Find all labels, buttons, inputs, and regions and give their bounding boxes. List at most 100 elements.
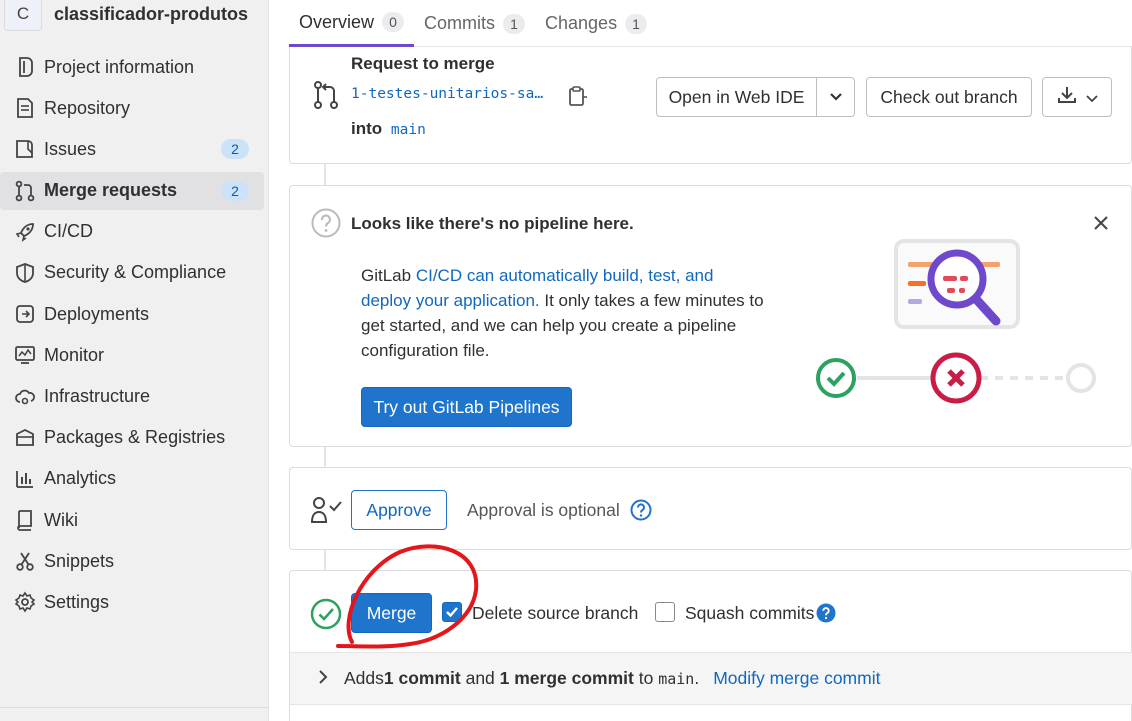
monitor-icon xyxy=(14,344,36,366)
doc-icon xyxy=(14,97,36,119)
sidebar-item-packages-registries[interactable]: Packages & Registries xyxy=(0,419,268,457)
no-pipeline-card: Looks like there's no pipeline here. Git… xyxy=(289,185,1132,447)
merge-request-icon xyxy=(14,180,36,202)
checkmark-icon xyxy=(446,607,458,618)
close-icon[interactable] xyxy=(1093,215,1109,236)
sidebar-item-wiki[interactable]: Wiki xyxy=(0,501,268,539)
sidebar-item-settings[interactable]: Settings xyxy=(0,583,268,621)
sidebar-item-snippets[interactable]: Snippets xyxy=(0,542,268,580)
sidebar-item-analytics[interactable]: Analytics xyxy=(0,460,268,498)
approval-user-check-icon xyxy=(310,496,344,529)
merge-info-to: to xyxy=(633,668,659,688)
delete-source-branch-label[interactable]: Delete source branch xyxy=(472,603,638,624)
project-icon xyxy=(14,56,36,78)
merge-requests-count-badge: 2 xyxy=(221,180,249,201)
sidebar-item-label: Repository xyxy=(44,97,131,118)
sidebar-item-label: Settings xyxy=(44,591,110,612)
tab-count: 1 xyxy=(503,13,526,34)
modify-merge-commit-link[interactable]: Modify merge commit xyxy=(713,668,880,689)
body-prefix: GitLab xyxy=(361,266,416,285)
merge-info-merge-commit: 1 merge commit xyxy=(499,668,634,688)
copy-branch-icon[interactable] xyxy=(568,85,588,112)
approval-help-icon[interactable] xyxy=(630,499,652,526)
tab-count: 0 xyxy=(382,12,405,32)
success-check-icon xyxy=(310,598,342,635)
sidebar-nav: Project information Repository Issues 2 … xyxy=(0,48,268,621)
sidebar-item-deployments[interactable]: Deployments xyxy=(0,295,268,333)
sidebar-item-monitor[interactable]: Monitor xyxy=(0,336,268,374)
sidebar-item-label: Wiki xyxy=(44,509,78,530)
sidebar-item-ci-cd[interactable]: CI/CD xyxy=(0,213,268,251)
open-web-ide-button[interactable]: Open in Web IDE xyxy=(657,78,817,116)
check-out-branch-button[interactable]: Check out branch xyxy=(866,77,1032,117)
rocket-icon xyxy=(14,221,36,243)
approval-card: Approve Approval is optional xyxy=(289,467,1132,550)
issues-count-badge: 2 xyxy=(221,139,249,160)
issues-icon xyxy=(14,138,36,160)
sidebar-item-security-compliance[interactable]: Security & Compliance xyxy=(0,254,268,292)
sidebar-item-label: Analytics xyxy=(44,468,117,489)
project-avatar: C xyxy=(4,0,42,31)
merge-request-header-card: Request to merge 1-testes-unitarios-sa… … xyxy=(289,47,1132,164)
chevron-down-icon xyxy=(1086,87,1098,108)
shield-icon xyxy=(14,262,36,284)
merge-info-commit-count: 1 commit xyxy=(383,668,461,688)
sidebar-item-merge-requests[interactable]: Merge requests 2 xyxy=(0,171,264,210)
scissors-icon xyxy=(14,550,36,572)
sidebar-item-label: Infrastructure xyxy=(44,386,151,406)
sidebar-item-infrastructure[interactable]: Infrastructure xyxy=(0,378,268,416)
gear-icon xyxy=(14,591,36,613)
merge-request-icon xyxy=(312,80,340,115)
download-dropdown-button[interactable] xyxy=(1042,77,1112,117)
tab-overview[interactable]: Overview 0 xyxy=(289,0,415,47)
open-web-ide-dropdown: Open in Web IDE xyxy=(656,77,855,117)
no-pipeline-description: GitLab CI/CD can automatically build, te… xyxy=(361,263,766,363)
tab-commits[interactable]: Commits 1 xyxy=(414,0,535,47)
sidebar: C classificador-produtos Project informa… xyxy=(0,0,269,721)
sidebar-item-label: Deployments xyxy=(44,303,150,324)
merge-info-branch: main xyxy=(658,669,695,688)
package-icon xyxy=(14,427,36,449)
merge-commit-info: Adds 1 commit and 1 merge commit to main… xyxy=(290,652,1132,705)
merge-info-prefix: Adds xyxy=(344,668,384,688)
tab-changes[interactable]: Changes 1 xyxy=(535,0,657,47)
sidebar-item-label: Packages & Registries xyxy=(44,427,226,448)
chevron-right-icon[interactable] xyxy=(318,668,328,689)
timeline-connector xyxy=(324,164,326,185)
pipeline-illustration xyxy=(816,239,1096,404)
target-branch-line: into main xyxy=(351,119,426,139)
merge-button[interactable]: Merge xyxy=(351,593,432,633)
target-branch-link[interactable]: main xyxy=(391,122,426,138)
sidebar-item-label: Issues xyxy=(44,138,97,159)
chart-icon xyxy=(14,468,36,490)
into-label: into xyxy=(351,119,383,138)
sidebar-collapse-bar[interactable] xyxy=(0,707,269,721)
merge-widget-card: Merge Delete source branch Squash commit… xyxy=(289,570,1132,721)
merge-info-period: . xyxy=(694,668,700,688)
sidebar-item-label: Security & Compliance xyxy=(44,262,227,283)
book-icon xyxy=(14,509,36,531)
tab-label: Overview xyxy=(299,11,375,32)
download-icon xyxy=(1056,85,1078,110)
approve-button[interactable]: Approve xyxy=(351,490,447,530)
tab-label: Changes xyxy=(545,13,618,33)
squash-help-icon[interactable] xyxy=(816,603,836,628)
request-title: Request to merge xyxy=(351,54,495,73)
project-name[interactable]: classificador-produtos xyxy=(54,4,248,25)
squash-commits-label[interactable]: Squash commits xyxy=(685,603,814,624)
question-icon xyxy=(311,208,341,243)
sidebar-item-repository[interactable]: Repository xyxy=(0,89,268,127)
delete-source-branch-checkbox[interactable] xyxy=(442,602,462,622)
source-branch-link[interactable]: 1-testes-unitarios-sa… xyxy=(351,86,543,102)
sidebar-item-label: Project information xyxy=(44,56,195,77)
project-header[interactable]: C classificador-produtos xyxy=(0,0,268,34)
sidebar-item-label: Merge requests xyxy=(44,180,178,201)
try-gitlab-pipelines-button[interactable]: Try out GitLab Pipelines xyxy=(361,387,572,427)
squash-commits-checkbox[interactable] xyxy=(655,602,675,622)
chevron-down-icon[interactable] xyxy=(817,78,854,116)
sidebar-item-issues[interactable]: Issues 2 xyxy=(0,130,268,168)
mr-tabs: Overview 0 Commits 1 Changes 1 xyxy=(289,0,1132,47)
sidebar-item-project-information[interactable]: Project information xyxy=(0,48,268,86)
sidebar-item-label: Monitor xyxy=(44,344,105,365)
tab-count: 1 xyxy=(625,13,648,34)
